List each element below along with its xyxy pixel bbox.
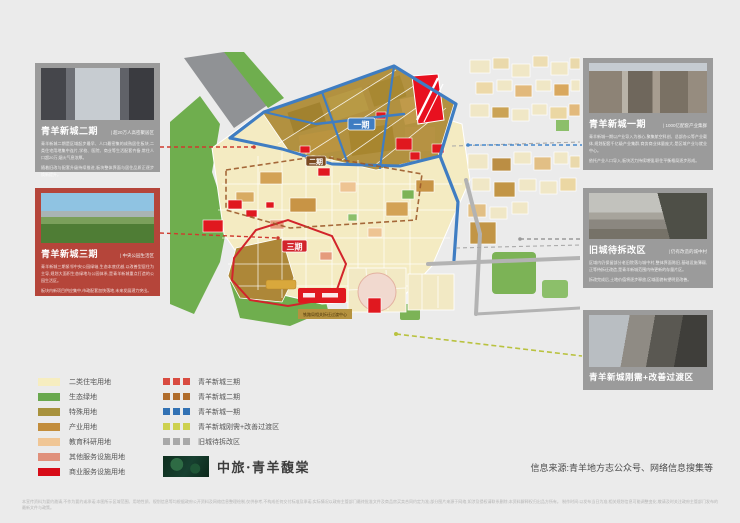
legend-label: 青羊新城一期 <box>198 407 240 417</box>
legend-label: 二类住宅用地 <box>69 377 111 387</box>
card-phase1-title: 青羊新城一期 <box>589 117 646 130</box>
card-phase3-title: 青羊新城三期 <box>41 247 98 260</box>
legend-label: 商业服务设施用地 <box>69 467 125 477</box>
brand-logo-image <box>163 456 209 477</box>
brand-logo-text: 中旅·青羊馥棠 <box>217 457 310 476</box>
legend-item: 青羊新城一期 <box>163 404 279 419</box>
legend-label: 产业用地 <box>69 422 97 432</box>
legend-landuse: 二类住宅用地 生态绿地 特殊用地 产业用地 教育科研用地 其他服务设施用地 商业… <box>38 374 125 479</box>
legend-item: 青羊新城刚需+改善过渡区 <box>163 419 279 434</box>
card-phase2: 青羊新城二期 | 超20万人高密聚居区 青羊新城二期是区域起步最早、人口最密集的… <box>35 63 160 172</box>
legend-zones: 青羊新城三期 青羊新城二期 青羊新城一期 青羊新城刚需+改善过渡区 旧城待拆改区 <box>163 374 279 449</box>
legend-zone-swatch <box>163 393 190 400</box>
outside-parcels <box>468 56 580 244</box>
legend-label: 特殊用地 <box>69 407 97 417</box>
card-phase2-subtitle: | 超20万人高密聚居区 <box>111 130 154 136</box>
card-phase3-subtitle: | 中央公园生活区 <box>120 253 154 259</box>
brand-logo: 中旅·青羊馥棠 <box>163 456 310 477</box>
legend-label: 旧城待拆改区 <box>198 437 240 447</box>
zoning-map: 铁路局相关拆迁过渡中心 一期 二期 三期 <box>170 52 580 328</box>
legend-item: 青羊新城二期 <box>163 389 279 404</box>
card-phase2-body1: 青羊新城二期是区域起步最早、人口最密集的成熟居住板块,二类住宅用地集中连片,学校… <box>41 140 154 161</box>
legend-item: 二类住宅用地 <box>38 374 125 389</box>
legend-zone-swatch <box>163 438 190 445</box>
legend-swatch <box>38 378 60 386</box>
card-phase1-subtitle: | 1000亿配套产业集群 <box>663 123 707 129</box>
legend-item: 其他服务设施用地 <box>38 449 125 464</box>
legend-label: 生态绿地 <box>69 392 97 402</box>
phase1-label: 一期 <box>354 120 370 130</box>
phase1-photo <box>589 63 707 113</box>
oldtown-photo <box>589 193 707 239</box>
railway-banner-label: 铁路局相关拆迁过渡中心 <box>303 311 347 317</box>
legend-item: 教育科研用地 <box>38 434 125 449</box>
transition-photo <box>589 315 707 367</box>
card-oldtown-subtitle: | 仍有改造的城中村 <box>669 249 707 255</box>
legend-item: 商业服务设施用地 <box>38 464 125 479</box>
legend-item: 青羊新城三期 <box>163 374 279 389</box>
card-phase3: 青羊新城三期 | 中央公园生活区 青羊新城三期紧邻中央公园绿轴,生态本底优越,以… <box>35 188 160 296</box>
legend-swatch <box>38 423 60 431</box>
card-oldtown: 旧城待拆改区 | 仍有改造的城中村 区域内仍保留部分老旧院落与城中村,整体界面陈… <box>583 188 713 288</box>
legend-swatch <box>38 468 60 476</box>
card-phase3-body1: 青羊新城三期紧邻中央公园绿轴,生态本底优越,以改善型居住为主导,规划大面积生态绿… <box>41 263 154 284</box>
source-note: 信息来源:青羊地方志公众号、网络信息搜集等 <box>530 461 713 474</box>
phase3-label: 三期 <box>287 242 303 252</box>
card-transition: 青羊新城刚需+改善过渡区 <box>583 310 713 390</box>
disclaimer-fine-print: 本宣传资料为要约邀请,不作为要约或承诺;本图所示区域范围、用地性质、规划信息等均… <box>22 499 718 512</box>
disclaimer-line1: 本宣传资料为要约邀请,不作为要约或承诺;本图所示区域范围、用地性质、规划信息等均… <box>22 499 561 504</box>
legend-zone-swatch <box>163 408 190 415</box>
card-phase2-title: 青羊新城二期 <box>41 124 98 137</box>
card-oldtown-body2: 拆改完成后,土地价值将逐步释放,区域面貌有望明显改善。 <box>589 276 707 283</box>
legend-item: 旧城待拆改区 <box>163 434 279 449</box>
card-phase1-body2: 依托产业人口导入,板块活力持续增强,职住平衡格局逐步形成。 <box>589 157 707 164</box>
legend-item: 产业用地 <box>38 419 125 434</box>
legend-swatch <box>38 438 60 446</box>
card-phase2-body2: 随着旧改与配套升级持续推进,板块整体界面与居住品质正逐步焕新提升。 <box>41 164 154 178</box>
card-phase1: 青羊新城一期 | 1000亿配套产业集群 青羊新城一期以产业导入为核心,聚集航空… <box>583 58 713 170</box>
card-phase3-body2: 板块内新项目供应集中,市政配套加快落地,未来发展潜力突出。 <box>41 287 154 294</box>
card-oldtown-body1: 区域内仍保留部分老旧院落与城中村,整体界面陈旧,基础设施薄弱,正等待拆迁改造,是… <box>589 259 707 273</box>
legend-swatch <box>38 453 60 461</box>
legend-label: 青羊新城二期 <box>198 392 240 402</box>
card-transition-title: 青羊新城刚需+改善过渡区 <box>589 371 693 383</box>
legend-zone-swatch <box>163 378 190 385</box>
phase3-photo <box>41 193 154 243</box>
legend-swatch <box>38 393 60 401</box>
legend-swatch <box>38 408 60 416</box>
legend-label: 其他服务设施用地 <box>69 452 125 462</box>
planning-poster: 铁路局相关拆迁过渡中心 一期 二期 三期 青羊新城二期 | 超20万人高密聚居区… <box>0 0 740 523</box>
card-phase1-body1: 青羊新城一期以产业导入为核心,聚集航空科创、总部办公等产业载体,规划配套千亿级产… <box>589 133 707 154</box>
legend-label: 教育科研用地 <box>69 437 111 447</box>
card-oldtown-title: 旧城待拆改区 <box>589 243 646 256</box>
phase2-label: 二期 <box>309 157 323 166</box>
legend-label: 青羊新城刚需+改善过渡区 <box>198 422 279 432</box>
legend-item: 生态绿地 <box>38 389 125 404</box>
phase2-photo <box>41 68 154 120</box>
legend-zone-swatch <box>163 423 190 430</box>
legend-label: 青羊新城三期 <box>198 377 240 387</box>
legend-item: 特殊用地 <box>38 404 125 419</box>
